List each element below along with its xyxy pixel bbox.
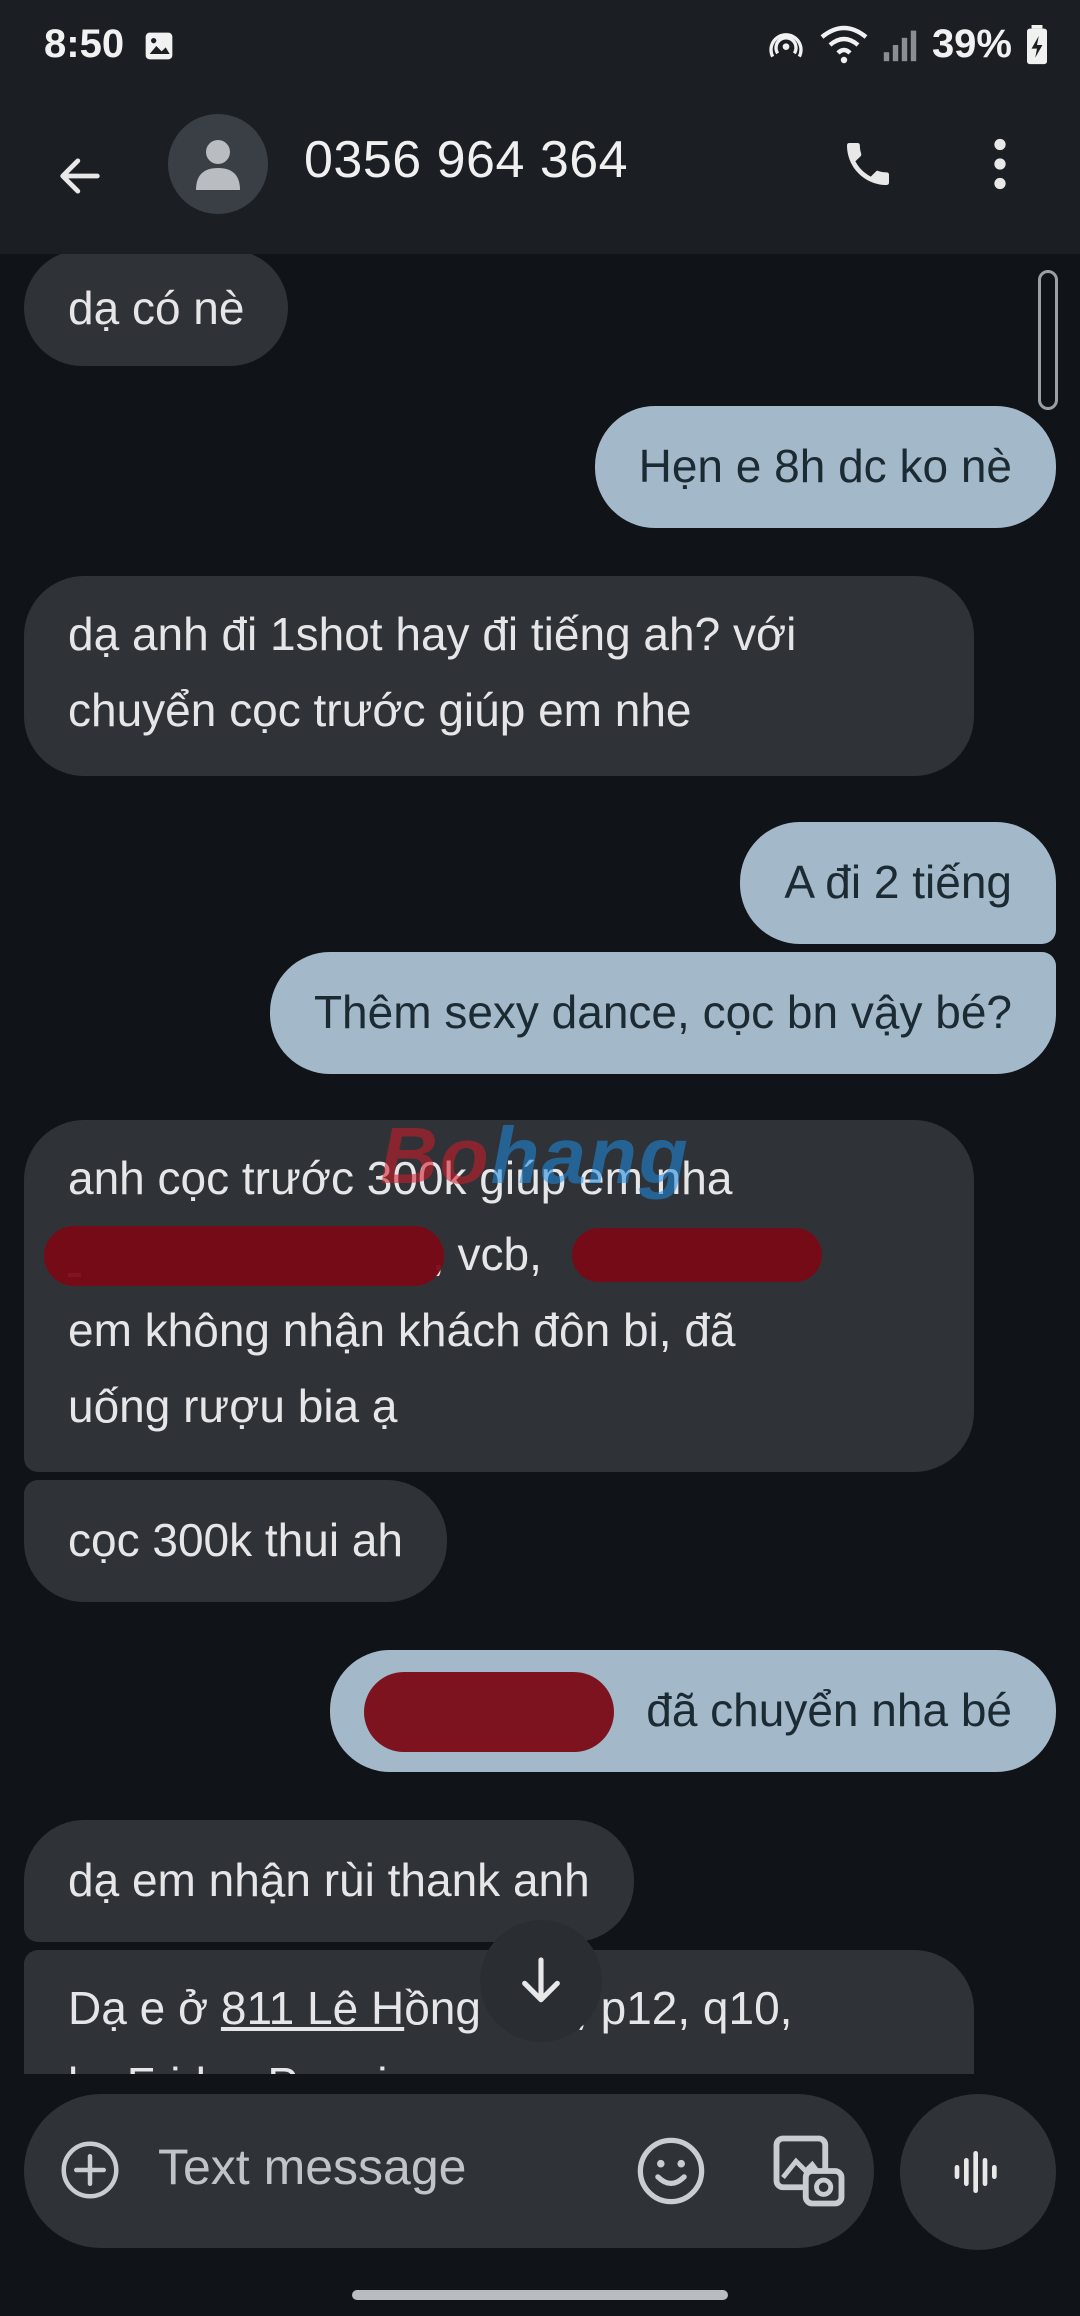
address-link[interactable]: 811 Lê H [221, 1982, 404, 2034]
status-time: 8:50 [44, 22, 125, 66]
arrow-down-icon [522, 1957, 560, 2003]
redaction-mark [572, 1228, 822, 1282]
message-text: chuyển cọc trước giúp em nhe [68, 684, 692, 736]
message-text: , vcb, [432, 1228, 542, 1280]
redaction-mark [44, 1226, 444, 1286]
message-text: Hẹn e 8h dc ko nè [638, 440, 1012, 492]
message-composer[interactable]: Text message [24, 2094, 874, 2248]
more-vert-icon [994, 138, 1006, 190]
message-incoming[interactable]: dạ anh đi 1shot hay đi tiếng ah? với chu… [24, 576, 974, 776]
message-text: A đi 2 tiếng [784, 856, 1012, 908]
message-text: dạ em nhận rùi thank anh [68, 1854, 590, 1906]
message-text-line: , vcb, [44, 1216, 930, 1292]
more-options-button[interactable] [970, 126, 1030, 202]
redaction-mark [364, 1672, 614, 1752]
message-text: uống rượu bia ạ [68, 1380, 398, 1432]
watermark: Bohang [380, 1110, 690, 1202]
gallery-icon[interactable] [770, 2132, 848, 2210]
battery-charging-icon [1027, 24, 1047, 64]
add-attachment-icon[interactable] [60, 2140, 120, 2200]
contact-name[interactable]: 0356 964 364 [304, 130, 628, 190]
message-outgoing[interactable]: Hẹn e 8h dc ko nè [594, 406, 1056, 528]
waveform-icon [954, 2151, 997, 2193]
message-text: đã chuyển nha bé [646, 1684, 1012, 1736]
scrollbar[interactable] [1038, 270, 1058, 410]
battery-percent: 39% [931, 22, 1012, 66]
person-icon [196, 140, 240, 190]
call-button[interactable] [830, 126, 906, 202]
image-notification-icon [145, 32, 173, 60]
arrow-back-icon [60, 158, 100, 194]
hotspot-icon [769, 32, 803, 57]
message-text: Dạ e ở [68, 1982, 221, 2034]
signal-icon [883, 30, 917, 61]
emoji-icon[interactable] [636, 2136, 706, 2206]
watermark-part: Bo [380, 1111, 491, 1200]
watermark-part: hang [490, 1111, 690, 1200]
status-bar: 8:50 39% [0, 0, 1080, 96]
message-text: dạ anh đi 1shot hay đi tiếng ah? với [68, 608, 797, 660]
message-text: ks Friday Premium [68, 2046, 930, 2074]
message-outgoing[interactable]: đã chuyển nha bé [330, 1650, 1056, 1772]
message-outgoing[interactable]: Thêm sexy dance, cọc bn vậy bé? [269, 952, 1056, 1074]
message-incoming[interactable]: dạ có nè [24, 254, 289, 366]
conversation-header: 0356 964 364 [0, 96, 1080, 254]
message-outgoing[interactable]: A đi 2 tiếng [740, 822, 1056, 944]
phone-icon [847, 143, 889, 185]
scroll-to-bottom-button[interactable] [480, 1920, 602, 2042]
message-incoming[interactable]: cọc 300k thui ah [24, 1480, 448, 1602]
voice-message-button[interactable] [900, 2094, 1056, 2250]
message-text: em không nhận khách đôn bi, đã [68, 1304, 736, 1356]
avatar[interactable] [168, 114, 268, 214]
message-input[interactable]: Text message [158, 2138, 466, 2196]
message-text: Thêm sexy dance, cọc bn vậy bé? [313, 986, 1012, 1038]
back-button[interactable] [40, 136, 120, 216]
message-text: dạ có nè [68, 282, 245, 334]
message-text: cọc 300k thui ah [68, 1514, 404, 1566]
gesture-nav-bar[interactable] [352, 2290, 728, 2300]
wifi-icon [820, 25, 868, 63]
